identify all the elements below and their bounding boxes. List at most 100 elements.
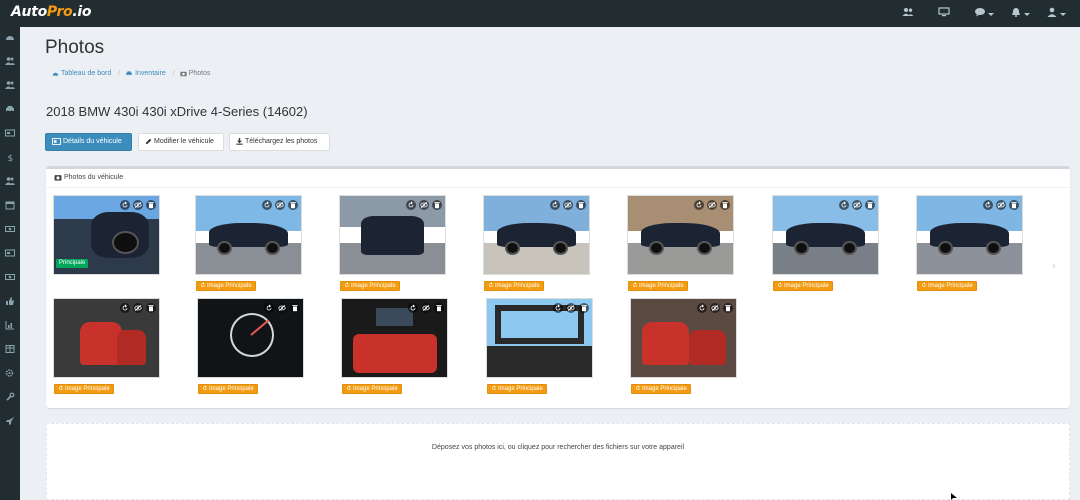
main-image-label: Image Principale [207, 283, 252, 289]
trash-icon [578, 202, 584, 209]
sidebar-item-users[interactable] [5, 56, 15, 66]
hide-photo-button[interactable] [419, 200, 429, 210]
sidebar-item-payments[interactable] [5, 224, 15, 234]
vehicle-photo[interactable] [53, 298, 160, 378]
sidebar-item-launch[interactable] [5, 416, 15, 426]
breadcrumb-home-link[interactable]: Tableau de bord [61, 70, 111, 77]
vehicle-photo[interactable] [197, 298, 304, 378]
hide-photo-button[interactable] [563, 200, 573, 210]
rotate-icon [122, 304, 128, 311]
sidebar-item-tables[interactable] [5, 344, 15, 354]
rotate-photo-button[interactable] [406, 200, 416, 210]
set-main-image-button[interactable]: Image Principale [198, 384, 258, 394]
rotate-icon [696, 201, 702, 208]
rotate-photo-button[interactable] [550, 200, 560, 210]
users-menu-button[interactable] [892, 6, 928, 22]
delete-photo-button[interactable] [146, 200, 156, 210]
set-main-image-button[interactable]: Image Principale [484, 281, 544, 291]
set-main-image-button[interactable]: Image Principale [917, 281, 977, 291]
app-logo[interactable]: AutoPro.io [11, 4, 92, 20]
delete-photo-button[interactable] [1009, 200, 1019, 210]
chat-menu-button[interactable] [964, 6, 1000, 22]
sidebar-item-reviews[interactable] [5, 296, 15, 306]
rotate-photo-button[interactable] [264, 303, 274, 313]
vehicle-photo[interactable] [486, 298, 593, 378]
delete-photo-button[interactable] [723, 303, 733, 313]
hide-photo-button[interactable] [277, 303, 287, 313]
vehicle-photo[interactable] [195, 195, 302, 275]
sidebar-item-tools[interactable] [5, 392, 15, 402]
delete-photo-button[interactable] [720, 200, 730, 210]
delete-photo-button[interactable] [579, 303, 589, 313]
hide-photo-button[interactable] [710, 303, 720, 313]
sidebar-item-clients[interactable] [5, 80, 15, 90]
hide-photo-button[interactable] [275, 200, 285, 210]
table-icon [5, 345, 15, 353]
hide-photo-button[interactable] [421, 303, 431, 313]
vehicle-photo[interactable] [772, 195, 879, 275]
rotate-photo-button[interactable] [262, 200, 272, 210]
hide-photo-button[interactable] [707, 200, 717, 210]
trash-icon [148, 202, 154, 209]
rotate-photo-button[interactable] [408, 303, 418, 313]
id-card-icon [5, 129, 15, 137]
breadcrumb-inventory-link[interactable]: Inventaire [135, 70, 166, 77]
rotate-photo-button[interactable] [553, 303, 563, 313]
delete-photo-button[interactable] [288, 200, 298, 210]
hide-photo-button[interactable] [566, 303, 576, 313]
monitor-menu-button[interactable] [928, 6, 964, 22]
vehicle-photo[interactable] [916, 195, 1023, 275]
sidebar-item-calendar[interactable] [5, 200, 15, 210]
dashboard-icon [6, 36, 14, 40]
sidebar-item-settings[interactable] [5, 368, 15, 378]
hide-photo-button[interactable] [852, 200, 862, 210]
sidebar-item-dashboard[interactable] [5, 32, 15, 42]
rotate-photo-button[interactable] [983, 200, 993, 210]
set-main-image-button[interactable]: Image Principale [54, 384, 114, 394]
sidebar-item-cards[interactable] [5, 128, 15, 138]
rotate-photo-button[interactable] [839, 200, 849, 210]
sidebar-item-finance[interactable]: $ [5, 152, 15, 162]
edit-vehicle-button[interactable]: Modifier le véhicule [138, 133, 224, 151]
main-image-label: Image Principale [351, 283, 396, 289]
vehicle-photo[interactable] [630, 298, 737, 378]
notifications-menu-button[interactable] [1000, 6, 1036, 22]
rotate-photo-button[interactable] [120, 303, 130, 313]
sidebar-item-team[interactable] [5, 176, 15, 186]
sidebar-item-accounts[interactable] [5, 248, 15, 258]
sidebar-item-sales[interactable] [5, 272, 15, 282]
rotate-photo-button[interactable] [694, 200, 704, 210]
delete-photo-button[interactable] [146, 303, 156, 313]
rotate-photo-button[interactable] [120, 200, 130, 210]
vehicle-photo[interactable] [483, 195, 590, 275]
photo-dropzone[interactable]: Déposez vos photos ici, ou cliquez pour … [46, 423, 1070, 500]
delete-photo-button[interactable] [865, 200, 875, 210]
vehicle-photo[interactable] [339, 195, 446, 275]
delete-photo-button[interactable] [434, 303, 444, 313]
hide-photo-button[interactable] [996, 200, 1006, 210]
delete-photo-button[interactable] [432, 200, 442, 210]
vehicle-photo[interactable]: Principale [53, 195, 160, 275]
delete-photo-button[interactable] [576, 200, 586, 210]
vehicle-photo[interactable] [341, 298, 448, 378]
monitor-icon [938, 7, 950, 17]
refresh-icon [633, 282, 637, 288]
set-main-image-button[interactable]: Image Principale [628, 281, 688, 291]
hide-photo-button[interactable] [133, 303, 143, 313]
set-main-image-button[interactable]: Image Principale [631, 384, 691, 394]
sidebar-item-inventory[interactable] [5, 104, 15, 114]
set-main-image-button[interactable]: Image Principale [340, 281, 400, 291]
set-main-image-button[interactable]: Image Principale [342, 384, 402, 394]
hide-photo-button[interactable] [133, 200, 143, 210]
set-main-image-button[interactable]: Image Principale [196, 281, 256, 291]
sidebar-item-reports[interactable] [5, 320, 15, 330]
chevron-right-icon[interactable]: › [1052, 260, 1056, 272]
download-photos-button[interactable]: Téléchargez les photos [229, 133, 330, 151]
user-menu-button[interactable] [1036, 6, 1072, 22]
vehicle-photo[interactable] [627, 195, 734, 275]
rotate-photo-button[interactable] [697, 303, 707, 313]
vehicle-details-button[interactable]: Détails du véhicule [45, 133, 132, 151]
delete-photo-button[interactable] [290, 303, 300, 313]
set-main-image-button[interactable]: Image Principale [487, 384, 547, 394]
set-main-image-button[interactable]: Image Principale [773, 281, 833, 291]
